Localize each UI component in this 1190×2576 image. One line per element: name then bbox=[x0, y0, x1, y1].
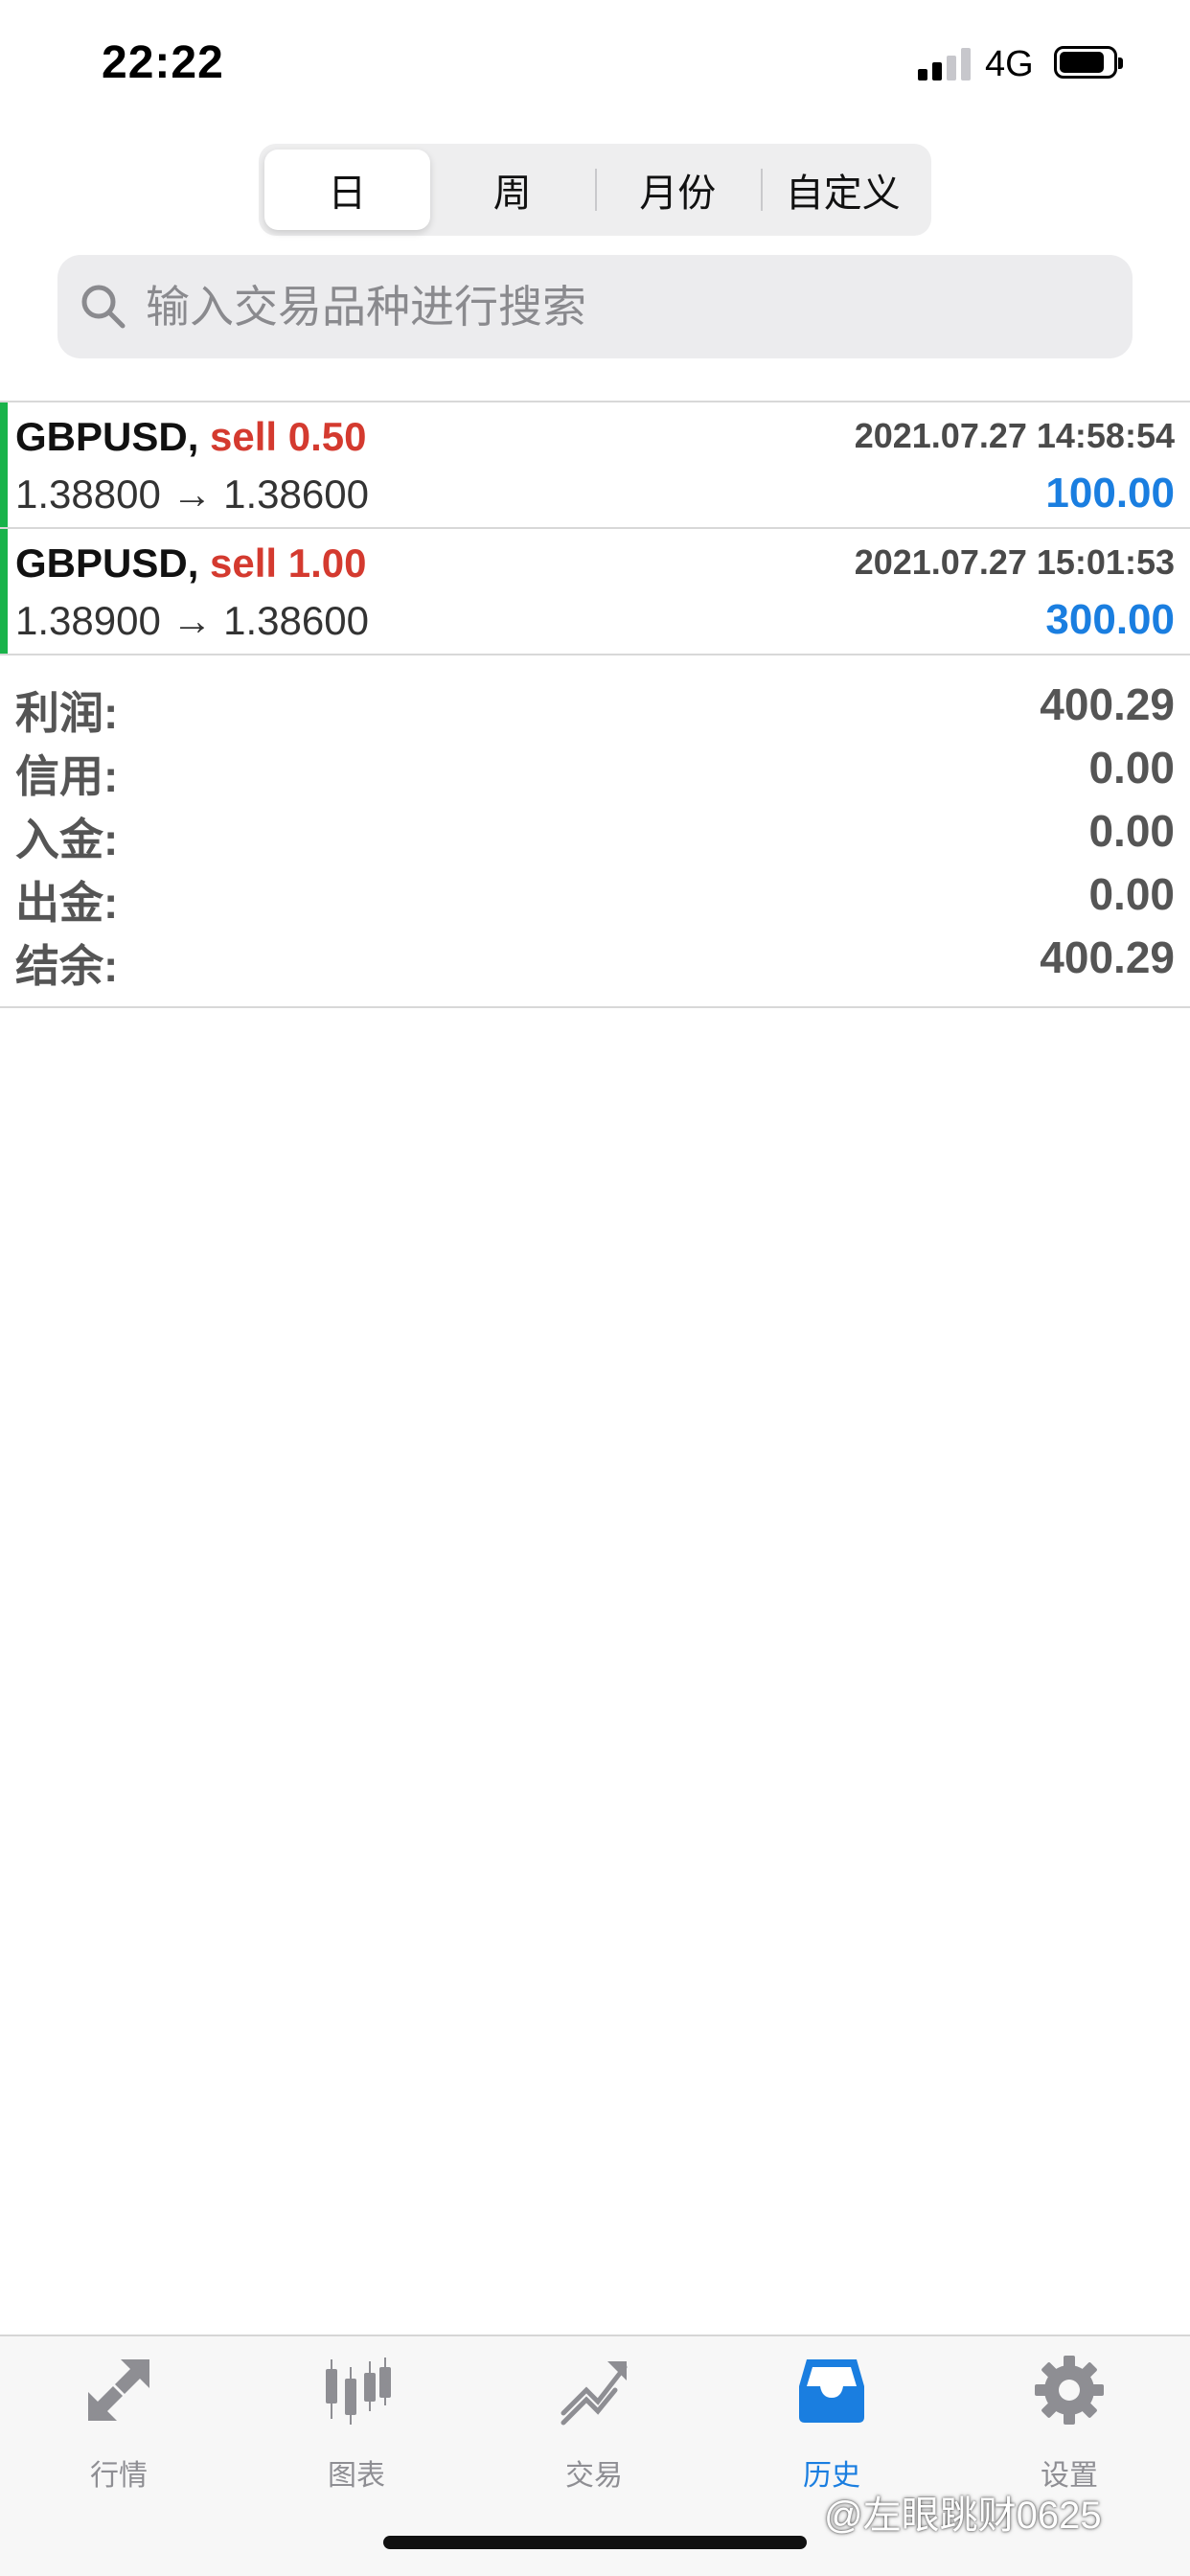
deal-symbol: GBPUSD, sell 0.50 bbox=[15, 414, 367, 460]
search-input[interactable] bbox=[146, 255, 1113, 358]
summary-row-profit: 利润: 400.29 bbox=[0, 675, 1190, 738]
battery-level bbox=[1060, 52, 1104, 73]
deal-side: sell 0.50 bbox=[210, 414, 367, 459]
deal-symbol: GBPUSD, sell 1.00 bbox=[15, 540, 367, 586]
deal-prices: 1.38900 → 1.38600 bbox=[15, 598, 369, 643]
summary-value: 400.29 bbox=[1040, 679, 1175, 729]
cellular-signal-icon bbox=[918, 46, 972, 80]
deal-status-bar bbox=[0, 529, 8, 654]
tab-label: 交易 bbox=[565, 2460, 623, 2492]
summary-label: 出金: bbox=[15, 878, 119, 928]
tab-quotes[interactable]: 行情 bbox=[0, 2354, 238, 2497]
summary-row-withdrawal: 出金: 0.00 bbox=[0, 864, 1190, 928]
chart-icon bbox=[326, 2358, 391, 2425]
quotes-icon bbox=[88, 2359, 149, 2421]
deal-profit: 100.00 bbox=[1045, 470, 1175, 517]
history-icon bbox=[799, 2359, 864, 2423]
period-segmented-control: 日 周 月份 自定义 bbox=[259, 144, 931, 236]
deal-profit: 300.00 bbox=[1045, 596, 1175, 643]
tab-label: 图表 bbox=[328, 2460, 385, 2492]
summary-value: 0.00 bbox=[1088, 743, 1175, 793]
summary-row-deposit: 入金: 0.00 bbox=[0, 801, 1190, 864]
summary-value: 0.00 bbox=[1088, 869, 1175, 919]
deal-time: 2021.07.27 14:58:54 bbox=[854, 416, 1175, 455]
summary-value: 400.29 bbox=[1040, 932, 1175, 982]
tab-history[interactable]: 历史 bbox=[713, 2354, 950, 2497]
status-time: 22:22 bbox=[102, 37, 224, 88]
battery-icon bbox=[1054, 46, 1123, 79]
deal-symbol-name: GBPUSD, bbox=[15, 414, 199, 459]
summary-value: 0.00 bbox=[1088, 806, 1175, 856]
watermark: @左眼跳财0625 bbox=[824, 2495, 1102, 2537]
summary-label: 利润: bbox=[15, 688, 119, 738]
summary-label: 信用: bbox=[15, 751, 119, 801]
summary-panel: 利润: 400.29 信用: 0.00 入金: 0.00 出金: 0.00 结余… bbox=[0, 669, 1190, 1008]
deal-prices: 1.38800 → 1.38600 bbox=[15, 472, 369, 517]
status-bar: 22:22 4G bbox=[0, 0, 1190, 126]
tab-month[interactable]: 月份 bbox=[595, 150, 761, 230]
deal-status-bar bbox=[0, 402, 8, 527]
summary-label: 入金: bbox=[15, 815, 119, 864]
trade-icon bbox=[561, 2361, 628, 2426]
tab-trade[interactable]: 交易 bbox=[475, 2354, 713, 2497]
deal-row[interactable]: GBPUSD, sell 1.00 2021.07.27 15:01:53 1.… bbox=[0, 529, 1190, 656]
deal-time: 2021.07.27 15:01:53 bbox=[854, 542, 1175, 582]
tab-charts[interactable]: 图表 bbox=[238, 2354, 475, 2497]
tab-custom[interactable]: 自定义 bbox=[760, 150, 927, 230]
search-bar bbox=[57, 255, 1133, 358]
tab-week[interactable]: 周 bbox=[430, 150, 596, 230]
deal-row[interactable]: GBPUSD, sell 0.50 2021.07.27 14:58:54 1.… bbox=[0, 402, 1190, 529]
summary-row-credit: 信用: 0.00 bbox=[0, 738, 1190, 801]
summary-row-balance: 结余: 400.29 bbox=[0, 928, 1190, 991]
network-type: 4G bbox=[985, 44, 1034, 84]
deal-side: sell 1.00 bbox=[210, 540, 367, 586]
deals-list: GBPUSD, sell 0.50 2021.07.27 14:58:54 1.… bbox=[0, 401, 1190, 656]
summary-label: 结余: bbox=[15, 941, 119, 991]
tab-settings[interactable]: 设置 bbox=[950, 2354, 1188, 2497]
deal-symbol-name: GBPUSD, bbox=[15, 540, 199, 586]
gear-icon bbox=[1035, 2356, 1104, 2425]
home-indicator[interactable] bbox=[383, 2536, 807, 2549]
tab-label: 行情 bbox=[90, 2460, 148, 2492]
search-icon bbox=[81, 285, 126, 329]
tab-day[interactable]: 日 bbox=[264, 150, 430, 230]
